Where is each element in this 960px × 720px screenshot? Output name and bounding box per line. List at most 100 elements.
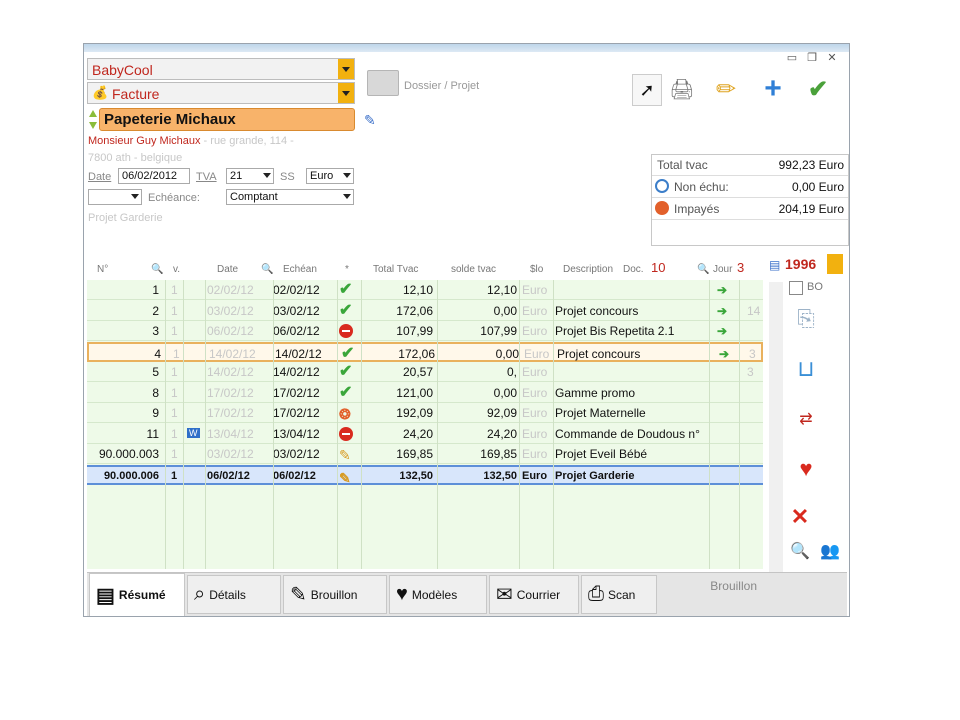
pencil-icon[interactable]: ✏ [712, 74, 740, 104]
table-row[interactable]: 5 1 14/02/12 14/02/12 ✔ 20,57 0, Euro 3 [87, 362, 763, 382]
table-row[interactable]: 90.000.006 1 06/02/12 06/02/12 ✎ 132,50 132,50… [87, 464, 763, 486]
search-icon[interactable]: 🔍 [697, 264, 709, 275]
company-select[interactable]: BabyCool [87, 58, 355, 80]
payment-value: Comptant [230, 191, 278, 203]
col-description[interactable]: Description [563, 264, 613, 275]
minimize-icon[interactable]: ▭ [785, 52, 799, 64]
details-icon: ⌕ [194, 583, 206, 605]
echeance-type-select[interactable] [88, 189, 142, 205]
scan-icon: ⎙ [588, 583, 604, 605]
table-row[interactable]: 3 1 06/02/12 06/02/12 107,99 107,99 Euro Projet… [87, 321, 763, 341]
jour-count: 3 [737, 260, 745, 275]
cell-v: 1 [171, 385, 178, 400]
check-icon[interactable]: ✔ [804, 74, 832, 104]
bo-checkbox[interactable] [789, 281, 803, 295]
table-row[interactable]: 90.000.003 1 03/02/12 03/02/12 ✎ 169,85 169,85… [87, 444, 763, 464]
chevron-down-icon[interactable] [338, 59, 354, 79]
users-icon[interactable]: 👥 [815, 536, 845, 566]
counter-dropdown-icon[interactable] [827, 254, 843, 274]
client-updown-icon[interactable] [88, 108, 98, 132]
draft-icon: ✎ [290, 584, 307, 606]
zoom-icon[interactable]: 🔍 [785, 536, 815, 566]
table-row[interactable]: 11 1 13/04/12 13/04/12 24,20 24,20 Euro Command… [87, 424, 763, 444]
cell-total: 172,06 [398, 346, 435, 361]
col-jour[interactable]: Jour [713, 264, 732, 275]
tab-mail[interactable]: ✉ Courrier [489, 575, 579, 614]
col-total[interactable]: Total Tvac [373, 264, 418, 275]
search-icon[interactable]: 🔍 [261, 264, 273, 275]
cell-cur: Euro [522, 303, 548, 318]
close-icon[interactable]: ✕ [825, 52, 839, 64]
chevron-down-icon[interactable] [338, 83, 354, 103]
tab-summary[interactable]: ▤ Résumé [89, 573, 185, 616]
col-solde[interactable]: solde tvac [451, 264, 496, 275]
cell-v: 1 [171, 469, 178, 482]
printer-icon[interactable]: 🖨 [668, 74, 696, 104]
date-field[interactable]: 06/02/2012 [118, 168, 190, 184]
duplicate-doc-icon[interactable]: ⎘ [791, 304, 821, 334]
tab-templates[interactable]: ♥ Modèles [389, 575, 487, 614]
cell-ech: 14/02/12 [275, 346, 322, 361]
side-panel: ▤ 1996 BO ⎘ ⊔ ⇄ ♥ ✕ 🔍 👥 [769, 254, 847, 572]
col-doc[interactable]: Doc. [623, 264, 644, 275]
forward-arrow-icon[interactable]: ➔ [719, 347, 729, 361]
cell-extra: 3 [747, 365, 754, 379]
table-row[interactable]: 8 1 17/02/12 17/02/12 ✔ 121,00 0,00 Euro Gamme p… [87, 383, 763, 403]
delete-icon[interactable]: ✕ [785, 502, 815, 532]
col-n[interactable]: N° [97, 264, 108, 275]
client-name-field[interactable]: Papeterie Michaux [99, 108, 355, 131]
basket-icon[interactable]: ⊔ [791, 354, 821, 384]
forward-arrow-icon[interactable]: ➔ [717, 324, 727, 338]
cell-v: 1 [171, 303, 178, 318]
tab-details[interactable]: ⌕ Détails [187, 575, 281, 614]
table-row[interactable]: 9 1 17/02/12 17/02/12 ❂ 192,09 92,09 Euro Projet… [87, 403, 763, 423]
col-date[interactable]: Date [217, 264, 238, 275]
col-v[interactable]: v. [173, 264, 180, 275]
word-doc-icon[interactable]: W [187, 427, 200, 438]
forward-arrow-icon[interactable]: ➔ [717, 283, 727, 297]
cell-desc: Projet concours [555, 303, 639, 318]
doctype-select[interactable]: 💰 Facture [87, 82, 355, 104]
grid-column-divider [519, 280, 520, 569]
document-counter: 1996 [785, 256, 817, 272]
cell-cur: Euro [522, 365, 548, 379]
tva-select[interactable]: 21 [226, 168, 274, 184]
new-doc-icon[interactable]: ♥ [791, 454, 821, 484]
folder-icon[interactable] [367, 70, 399, 96]
search-icon[interactable]: 🔍 [151, 264, 163, 275]
tab-scan[interactable]: ⎙ Scan [581, 575, 657, 614]
currency-select[interactable]: Euro [306, 168, 354, 184]
merge-icon[interactable]: ⇄ [791, 404, 821, 434]
table-row[interactable]: 4 1 14/02/12 14/02/12 ✔ 172,06 0,00 Euro Projet … [87, 341, 763, 362]
cursor-icon[interactable]: ➚ [632, 74, 662, 106]
cell-ech: 14/02/12 [273, 365, 320, 379]
cell-solde: 12,10 [486, 283, 517, 297]
bo-label: BO [807, 281, 823, 293]
payment-select[interactable]: Comptant [226, 189, 354, 205]
tva-value: 21 [230, 170, 243, 182]
forward-arrow-icon[interactable]: ➔ [717, 304, 727, 318]
col-currency[interactable]: $lo [530, 264, 543, 275]
col-status[interactable]: * [345, 264, 349, 275]
company-value: BabyCool [92, 62, 153, 78]
maximize-icon[interactable]: ❐ [805, 52, 819, 64]
cell-date: 17/02/12 [207, 385, 254, 400]
cell-n: 3 [152, 324, 159, 338]
contact-name: Monsieur Guy Michaux [88, 135, 201, 147]
col-echeance[interactable]: Echéan [283, 264, 317, 275]
vertical-scrollbar[interactable] [769, 282, 783, 572]
table-row[interactable]: 1 1 02/02/12 02/02/12 ✔ 12,10 12,10 Euro ➔ [87, 280, 763, 300]
plus-icon[interactable]: + [759, 72, 787, 105]
address-line2: 7800 ath - belgique [88, 152, 183, 164]
edit-link-icon[interactable]: ✎ [364, 112, 376, 129]
cell-desc: Projet Maternelle [555, 406, 646, 420]
impayes-value: 204,19 Euro [778, 202, 844, 216]
cell-date: 06/02/12 [207, 469, 250, 482]
cell-solde: 24,20 [486, 426, 517, 441]
cell-n: 4 [154, 346, 161, 361]
cell-total: 192,09 [396, 406, 433, 420]
clock-icon [655, 179, 669, 193]
table-row[interactable]: 2 1 03/02/12 03/02/12 ✔ 172,06 0,00 Euro Projet … [87, 301, 763, 321]
bottom-tabs: ▤ Résumé ⌕ Détails ✎ Brouillon ♥ Modèles ✉ Courri… [87, 572, 847, 616]
tab-draft[interactable]: ✎ Brouillon [283, 575, 387, 614]
